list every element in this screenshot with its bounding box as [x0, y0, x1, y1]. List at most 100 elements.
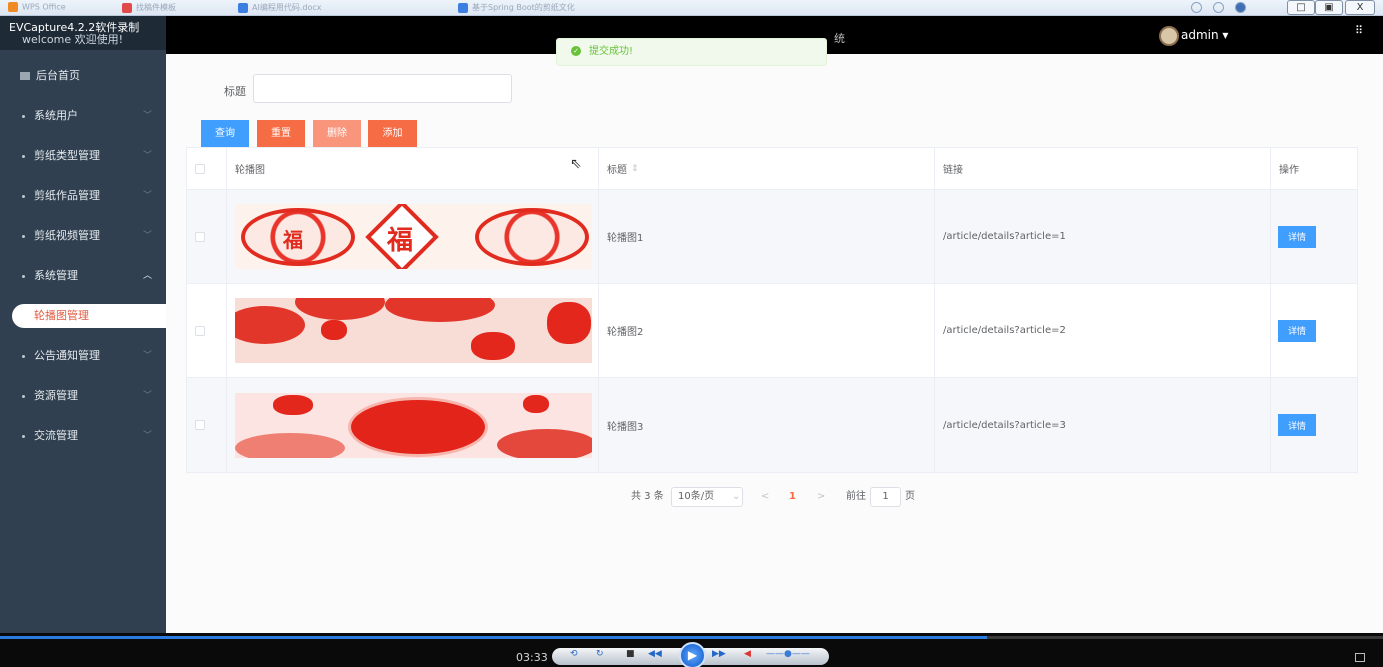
- page-number-current[interactable]: 1: [789, 487, 796, 507]
- chevron-down-icon: ﹀: [142, 111, 152, 121]
- bullet-icon: [22, 274, 25, 278]
- table-row: 轮播图2 /article/details?article=2 详情: [187, 284, 1357, 378]
- pagination-total: 共 3 条: [631, 491, 664, 502]
- repeat-icon[interactable]: ⟲: [570, 649, 578, 659]
- sort-icon[interactable]: ⇕: [631, 164, 639, 174]
- detail-button[interactable]: 详情: [1278, 319, 1316, 342]
- video-progress-bar[interactable]: [0, 636, 1383, 639]
- chevron-down-icon: ﹀: [142, 431, 152, 441]
- sidebar-item-home[interactable]: 后台首页: [0, 56, 166, 96]
- reset-button[interactable]: 重置: [257, 120, 305, 147]
- sidebar-subitem-carousel[interactable]: 轮播图管理: [12, 304, 166, 328]
- column-header-link: 链接: [935, 148, 1271, 189]
- add-button[interactable]: 添加: [368, 120, 417, 147]
- cloud-art: [235, 432, 345, 458]
- column-header-title[interactable]: 标题 ⇕: [599, 148, 935, 189]
- sidebar: EVCapture4.2.2软件录制 welcome 欢迎使用! 后台首页 系统…: [0, 16, 166, 667]
- brand: EVCapture4.2.2软件录制 welcome 欢迎使用!: [0, 16, 166, 50]
- goto-page-input[interactable]: 1: [870, 487, 901, 507]
- table-row: 轮播图3 /article/details?article=3 详情: [187, 378, 1357, 472]
- bullet-icon: [22, 194, 25, 198]
- row-checkbox-cell: [187, 190, 227, 283]
- image-cell: [227, 378, 599, 472]
- sidebar-item-system-users[interactable]: 系统用户 ﹀: [0, 96, 166, 136]
- query-button[interactable]: 查询: [201, 120, 249, 147]
- os-tab-browser[interactable]: 基于Spring Boot的剪纸文化: [458, 2, 598, 14]
- chevron-down-icon: ﹀: [142, 151, 152, 161]
- lantern-art: [321, 320, 347, 340]
- sidebar-item-system-management[interactable]: 系统管理 ︿: [0, 256, 166, 296]
- bullet-icon: [22, 234, 25, 238]
- next-page-button[interactable]: >: [817, 487, 825, 507]
- link-cell: /article/details?article=2: [935, 284, 1271, 377]
- header-title: 统: [834, 32, 845, 45]
- image-cell: [227, 284, 599, 377]
- cloud-art: [235, 306, 305, 344]
- doc-icon: [122, 2, 132, 13]
- tray-icon[interactable]: [1191, 2, 1202, 13]
- carousel-image-3: [235, 392, 592, 458]
- tray-icon[interactable]: [1213, 2, 1224, 13]
- page-size-select[interactable]: 10条/页 ⌄: [671, 487, 743, 507]
- stop-icon[interactable]: ■: [626, 649, 635, 659]
- success-toast: ✓ 提交成功!: [556, 38, 827, 66]
- prev-page-button[interactable]: <: [761, 487, 769, 507]
- cloud-art: [385, 298, 495, 322]
- play-button[interactable]: ▶: [679, 642, 706, 667]
- row-checkbox[interactable]: [195, 420, 205, 430]
- sidebar-item-paper-cut-types[interactable]: 剪纸类型管理 ﹀: [0, 136, 166, 176]
- actions-cell: 详情: [1271, 284, 1357, 377]
- toast-message: 提交成功!: [589, 46, 634, 57]
- chevron-down-icon: ﹀: [142, 191, 152, 201]
- chevron-down-icon: ﹀: [142, 351, 152, 361]
- row-checkbox[interactable]: [195, 325, 205, 336]
- os-tab-wps[interactable]: WPS Office: [8, 2, 106, 14]
- fu-character-art: 福: [387, 226, 414, 256]
- select-all-checkbox[interactable]: [195, 163, 205, 174]
- goto-label: 前往: [846, 491, 866, 502]
- actions-cell: 详情: [1271, 378, 1357, 472]
- monitor-icon: [20, 72, 30, 80]
- sidebar-item-paper-cut-videos[interactable]: 剪纸视频管理 ﹀: [0, 216, 166, 256]
- cloud-art: [497, 428, 592, 458]
- close-button[interactable]: X: [1345, 0, 1375, 15]
- brand-welcome: welcome 欢迎使用!: [22, 33, 123, 46]
- maximize-button[interactable]: ▣: [1315, 0, 1343, 15]
- detail-button[interactable]: 详情: [1278, 414, 1316, 436]
- sidebar-item-paper-cut-works[interactable]: 剪纸作品管理 ﹀: [0, 176, 166, 216]
- avatar[interactable]: [1159, 26, 1179, 46]
- title-search-input[interactable]: [253, 74, 512, 103]
- sidebar-item-notices[interactable]: 公告通知管理 ﹀: [0, 336, 166, 376]
- fullscreen-icon[interactable]: ⠿: [1355, 24, 1363, 37]
- paper-cut-medal-art: [475, 208, 589, 266]
- fast-forward-icon[interactable]: ▶▶: [712, 649, 726, 659]
- volume-icon[interactable]: ◀: [744, 649, 751, 659]
- tray-icon[interactable]: [1235, 2, 1246, 13]
- column-header-actions: 操作: [1279, 165, 1299, 176]
- chevron-down-icon: ﹀: [142, 231, 152, 241]
- search-label: 标题: [224, 85, 246, 98]
- chevron-down-icon: ﹀: [142, 391, 152, 401]
- os-tab-docx[interactable]: AI编程用代码.docx: [238, 2, 358, 14]
- os-tab-template[interactable]: 找稿件模板: [122, 2, 222, 14]
- title-cell: 轮播图2: [599, 284, 935, 377]
- volume-slider[interactable]: ——●——: [766, 649, 810, 659]
- rewind-icon[interactable]: ◀◀: [648, 649, 662, 659]
- header-checkbox-cell: [187, 148, 227, 189]
- link-cell: /article/details?article=3: [935, 378, 1271, 472]
- browser-icon: [458, 2, 468, 13]
- image-cell: 福 福: [227, 190, 599, 283]
- delete-button[interactable]: 删除: [313, 120, 361, 147]
- column-header-image: 轮播图: [227, 148, 599, 189]
- title-cell: 轮播图1: [599, 190, 935, 283]
- sidebar-item-exchange[interactable]: 交流管理 ﹀: [0, 416, 166, 456]
- user-menu[interactable]: admin ▾: [1181, 28, 1228, 42]
- detail-button[interactable]: 详情: [1278, 225, 1316, 248]
- sidebar-item-resources[interactable]: 资源管理 ﹀: [0, 376, 166, 416]
- fullscreen-icon[interactable]: [1355, 653, 1365, 662]
- video-time: 03:33: [516, 651, 548, 664]
- minimize-button[interactable]: □: [1287, 0, 1315, 15]
- refresh-icon[interactable]: ↻: [596, 649, 604, 659]
- row-checkbox[interactable]: [195, 231, 205, 242]
- table-header: 轮播图 标题 ⇕ 链接 操作: [187, 148, 1357, 190]
